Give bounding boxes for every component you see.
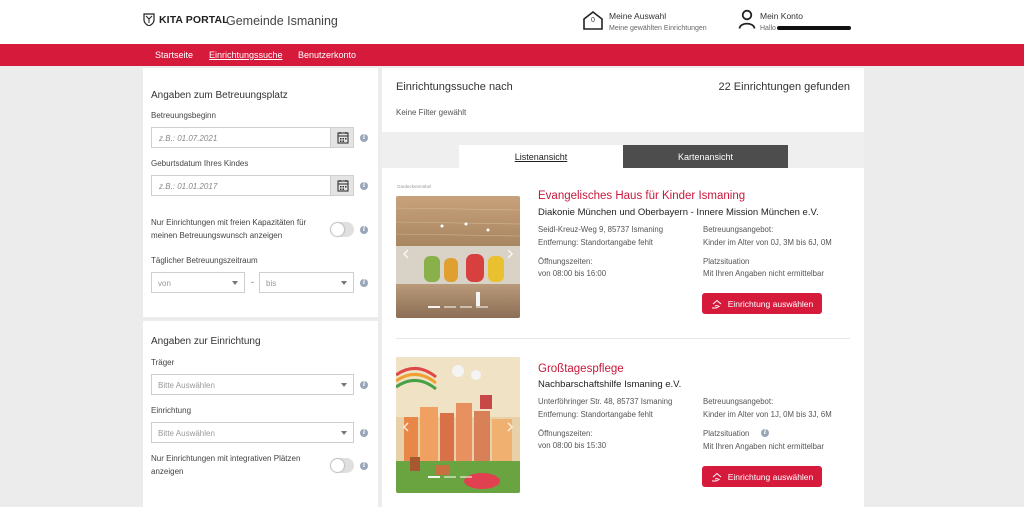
info-icon[interactable]: i — [360, 226, 368, 234]
select-facility-button[interactable]: Einrichtung auswählen — [702, 466, 822, 487]
nav-item-startseite[interactable]: Startseite — [155, 50, 193, 60]
nav-item-benutzerkonto[interactable]: Benutzerkonto — [298, 50, 356, 60]
house-icon: 0 — [582, 9, 604, 31]
care-start-label: Betreuungsbeginn — [151, 111, 216, 120]
my-account-title: Mein Konto — [760, 11, 803, 21]
caret-down-icon — [341, 431, 347, 435]
top-header: KITA PORTAL Gemeinde Ismaning 0 Meine Au… — [0, 0, 1024, 44]
info-icon[interactable]: i — [360, 462, 368, 470]
time-from-select[interactable]: von — [151, 272, 245, 293]
care-offer-label: Betreuungsangebot: — [703, 225, 774, 234]
main-nav: Startseite Einrichtungssuche Benutzerkon… — [0, 44, 1024, 66]
my-account-link[interactable]: Mein Konto Hallo — [738, 9, 851, 32]
info-icon[interactable]: i — [360, 279, 368, 287]
redacted-username — [776, 26, 851, 31]
caret-down-icon — [232, 281, 238, 285]
info-icon[interactable]: i — [761, 429, 769, 437]
facility-filter-panel: Angaben zur Einrichtung Träger Bitte Aus… — [143, 321, 378, 507]
facility-name[interactable]: Großtagespflege — [538, 363, 624, 375]
facility-section-title: Angaben zur Einrichtung — [151, 336, 261, 347]
select-facility-button[interactable]: Einrichtung auswählen — [702, 293, 822, 314]
brand-logo[interactable]: KITA PORTAL — [143, 13, 229, 26]
care-section-title: Angaben zum Betreuungsplatz — [151, 90, 288, 101]
my-selection-subtitle: Meine gewählten Einrichtungen — [609, 25, 707, 32]
facility-address: Seidl-Kreuz-Weg 9, 85737 Ismaning — [538, 225, 664, 234]
facility-org: Diakonie München und Oberbayern - Innere… — [538, 207, 819, 218]
facility-org: Nachbarschaftshilfe Ismaning e.V. — [538, 379, 682, 390]
care-start-input[interactable]: z.B.: 01.07.2021 — [151, 127, 331, 148]
results-count: 22 Einrichtungen gefunden — [718, 81, 851, 93]
facility-name[interactable]: Evangelisches Haus für Kinder Ismaning — [538, 190, 745, 202]
filters-status: Keine Filter gewählt — [396, 108, 467, 117]
care-filter-panel: Angaben zum Betreuungsplatz Betreuungsbe… — [143, 68, 378, 317]
nav-item-einrichtungssuche[interactable]: Einrichtungssuche — [209, 50, 283, 60]
facility-photo-2[interactable] — [396, 357, 520, 493]
person-icon — [738, 9, 756, 29]
tab-list-view[interactable]: Listenansicht — [459, 145, 623, 168]
free-capacity-toggle[interactable] — [330, 222, 354, 237]
my-selection-link[interactable]: 0 Meine Auswahl Meine gewählten Einricht… — [582, 9, 707, 32]
integrative-toggle[interactable] — [330, 458, 354, 473]
opening-hours: von 08:00 bis 15:30 — [538, 441, 607, 450]
carrier-select[interactable]: Bitte Auswählen — [151, 374, 354, 395]
opening-hours-label: Öffnungszeiten: — [538, 429, 593, 438]
tab-map-view[interactable]: Kartenansicht — [623, 145, 788, 168]
result-divider — [396, 338, 850, 339]
spot-situation: Mit Ihren Angaben nicht ermittelbar — [703, 442, 824, 451]
spot-situation: Mit Ihren Angaben nicht ermittelbar — [703, 269, 824, 278]
municipality-name: Gemeinde Ismaning — [226, 14, 338, 28]
carrier-label: Träger — [151, 358, 175, 367]
results-header: Einrichtungssuche nach 22 Einrichtungen … — [382, 68, 864, 132]
image-caption: Gardeckenmöbel — [397, 184, 432, 189]
info-icon[interactable]: i — [360, 429, 368, 437]
care-offer: Kinder im Alter von 0J, 3M bis 6J, 0M — [703, 238, 832, 247]
integrative-label: Nur Einrichtungen mit integrativen Plätz… — [151, 454, 301, 476]
care-offer: Kinder im Alter von 1J, 0M bis 3J, 6M — [703, 410, 832, 419]
facility-address: Unterföhringer Str. 48, 85737 Ismaning — [538, 397, 673, 406]
opening-hours: von 08:00 bis 16:00 — [538, 269, 607, 278]
facility-label: Einrichtung — [151, 406, 192, 415]
calendar-icon — [337, 180, 349, 192]
info-icon[interactable]: i — [360, 381, 368, 389]
search-title: Einrichtungssuche nach — [396, 81, 513, 93]
facility-photo-1[interactable] — [396, 196, 520, 318]
free-capacity-label: Nur Einrichtungen mit freien Kapazitäten… — [151, 218, 307, 240]
time-separator: - — [251, 277, 254, 287]
birth-date-calendar-button[interactable] — [330, 175, 354, 196]
info-icon[interactable]: i — [360, 182, 368, 190]
birth-date-input[interactable]: z.B.: 01.01.2017 — [151, 175, 331, 196]
hand-house-icon — [711, 472, 722, 481]
calendar-icon — [337, 132, 349, 144]
facility-select[interactable]: Bitte Auswählen — [151, 422, 354, 443]
results-area: Einrichtungssuche nach 22 Einrichtungen … — [382, 68, 864, 507]
selection-count: 0 — [591, 17, 595, 24]
care-offer-label: Betreuungsangebot: — [703, 397, 774, 406]
spot-situation-label: Platzsituation — [703, 257, 750, 266]
care-start-calendar-button[interactable] — [330, 127, 354, 148]
opening-hours-label: Öffnungszeiten: — [538, 257, 593, 266]
info-icon[interactable]: i — [360, 134, 368, 142]
crest-icon — [143, 13, 155, 26]
brand-name: KITA PORTAL — [159, 13, 229, 26]
account-greeting: Hallo — [760, 25, 851, 32]
facility-distance: Entfernung: Standortangabe fehlt — [538, 410, 653, 419]
my-selection-title: Meine Auswahl — [609, 11, 667, 21]
caret-down-icon — [341, 383, 347, 387]
caret-down-icon — [341, 281, 347, 285]
facility-distance: Entfernung: Standortangabe fehlt — [538, 238, 653, 247]
time-to-select[interactable]: bis — [259, 272, 354, 293]
birth-date-label: Geburtsdatum Ihres Kindes — [151, 159, 249, 168]
hand-house-icon — [711, 299, 722, 308]
spot-situation-label: Platzsituation — [703, 429, 750, 438]
view-tabs: Listenansicht Kartenansicht — [382, 132, 864, 168]
daily-period-label: Täglicher Betreuungszeitraum — [151, 256, 258, 265]
